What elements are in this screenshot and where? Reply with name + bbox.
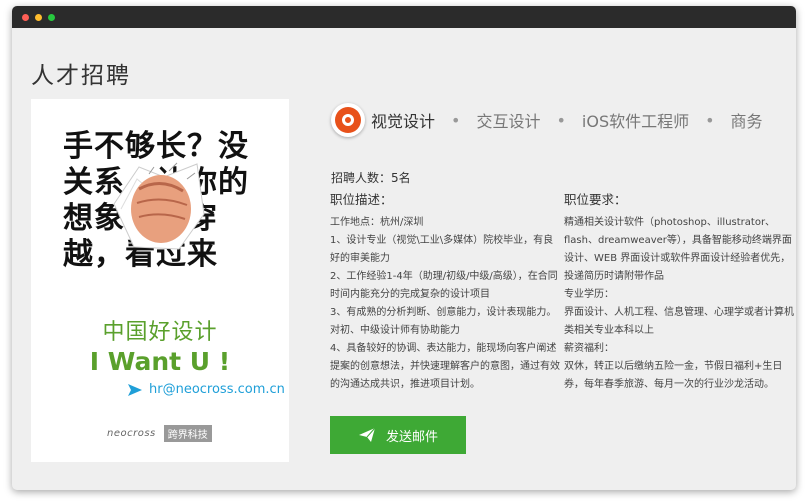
- poster-email: hr@neocross.com.cn: [149, 382, 285, 397]
- fist-illustration-icon: [113, 162, 205, 250]
- logo-cn-text: 跨界科技: [163, 425, 212, 442]
- send-email-button[interactable]: 发送邮件: [330, 416, 466, 454]
- job-requirements-heading: 职位要求：: [564, 192, 627, 207]
- send-arrow-icon: [128, 383, 142, 396]
- job-description: 职位描述： 工作地点：杭州/深圳 1、设计专业（视觉\工业\多媒体）院校毕业，有…: [330, 191, 560, 394]
- requirement-line: 界面设计、人机工程、信息管理、心理学或者计算机类相关专业本科以上: [564, 307, 794, 336]
- paper-plane-icon: [358, 427, 376, 442]
- poster-email-row: hr@neocross.com.cn: [127, 382, 285, 397]
- tab-business[interactable]: 商务: [731, 108, 763, 132]
- description-line: 2、工作经验1-4年（助理/初级/中级/高级），在合同时间内能充分的完成复杂的设…: [330, 271, 558, 300]
- logo-latin-text: neocross: [107, 428, 156, 439]
- poster-green-title: 中国好设计: [102, 320, 218, 345]
- poster-tagline: I Want U !: [89, 347, 231, 376]
- job-tabs: 视觉设计 • 交互设计 • iOS软件工程师 • 商务: [331, 103, 763, 137]
- tab-ios-engineer[interactable]: iOS软件工程师: [582, 108, 689, 132]
- tab-interaction-design[interactable]: 交互设计: [476, 108, 540, 132]
- eye-icon: [331, 103, 365, 137]
- requirement-line: 精通相关设计软件（photoshop、illustrator、flash、dre…: [564, 217, 792, 282]
- tab-separator: •: [451, 110, 461, 130]
- browser-window: 人才招聘 手不够长？没关系，让你的想象点击穿越，看过来 中国好设计 I Want…: [12, 6, 796, 490]
- description-line: 4、具备较好的协调、表达能力，能现场向客户阐述提案的创意想法，并快速理解客户的意…: [330, 343, 560, 390]
- description-line: 1、设计专业（视觉\工业\多媒体）院校毕业，有良好的审美能力: [330, 235, 554, 264]
- tab-separator: •: [705, 110, 715, 130]
- send-email-label: 发送邮件: [385, 429, 438, 445]
- requirement-line: 薪资福利：: [564, 343, 614, 354]
- job-requirements: 职位要求： 精通相关设计软件（photoshop、illustrator、fla…: [564, 191, 794, 394]
- requirement-line: 专业学历：: [564, 289, 614, 300]
- tab-visual-design[interactable]: 视觉设计: [371, 108, 435, 132]
- page-title: 人才招聘: [31, 63, 131, 89]
- maximize-window-icon[interactable]: [48, 14, 55, 21]
- minimize-window-icon[interactable]: [35, 14, 42, 21]
- job-description-heading: 职位描述：: [330, 192, 393, 207]
- description-line: 3、有成熟的分析判断、创意能力，设计表现能力。对初、中级设计师有协助能力: [330, 307, 557, 336]
- tab-separator: •: [556, 110, 566, 130]
- recruitment-poster: 手不够长？没关系，让你的想象点击穿越，看过来 中国好设计 I Want U ! …: [31, 99, 289, 462]
- hiring-count: 招聘人数：5名: [331, 171, 411, 185]
- description-line: 工作地点：杭州/深圳: [330, 217, 424, 228]
- requirement-line: 双休，转正以后缴纳五险一金，节假日福利+生日券，每年春季旅游、每月一次的行业沙龙…: [564, 361, 783, 390]
- window-titlebar: [12, 6, 796, 28]
- close-window-icon[interactable]: [22, 14, 29, 21]
- company-logo: neocross 跨界科技: [107, 425, 212, 442]
